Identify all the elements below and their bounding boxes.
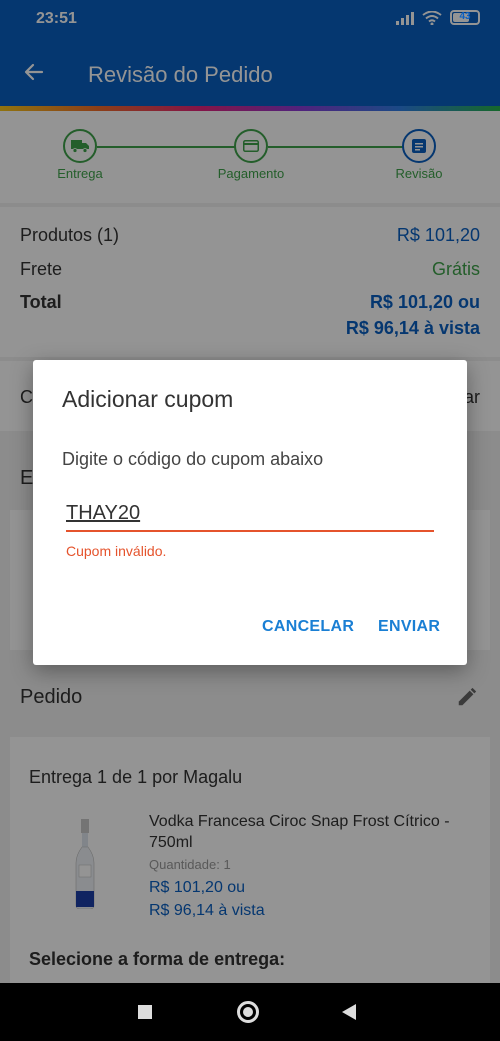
home-icon[interactable] [237, 1001, 259, 1023]
battery-level: 43 [459, 11, 471, 22]
coupon-error-message: Cupom inválido. [66, 543, 167, 559]
system-nav-bar [0, 983, 500, 1041]
add-coupon-dialog: Adicionar cupom Digite o código do cupom… [33, 360, 467, 665]
coupon-code-input[interactable] [66, 500, 434, 532]
system-back-icon[interactable] [342, 1004, 356, 1020]
cancel-button[interactable]: CANCELAR [262, 618, 354, 636]
dialog-title: Adicionar cupom [62, 386, 234, 412]
send-button[interactable]: ENVIAR [378, 618, 440, 636]
recents-icon[interactable] [138, 1005, 152, 1019]
dialog-message: Digite o código do cupom abaixo [62, 449, 324, 469]
